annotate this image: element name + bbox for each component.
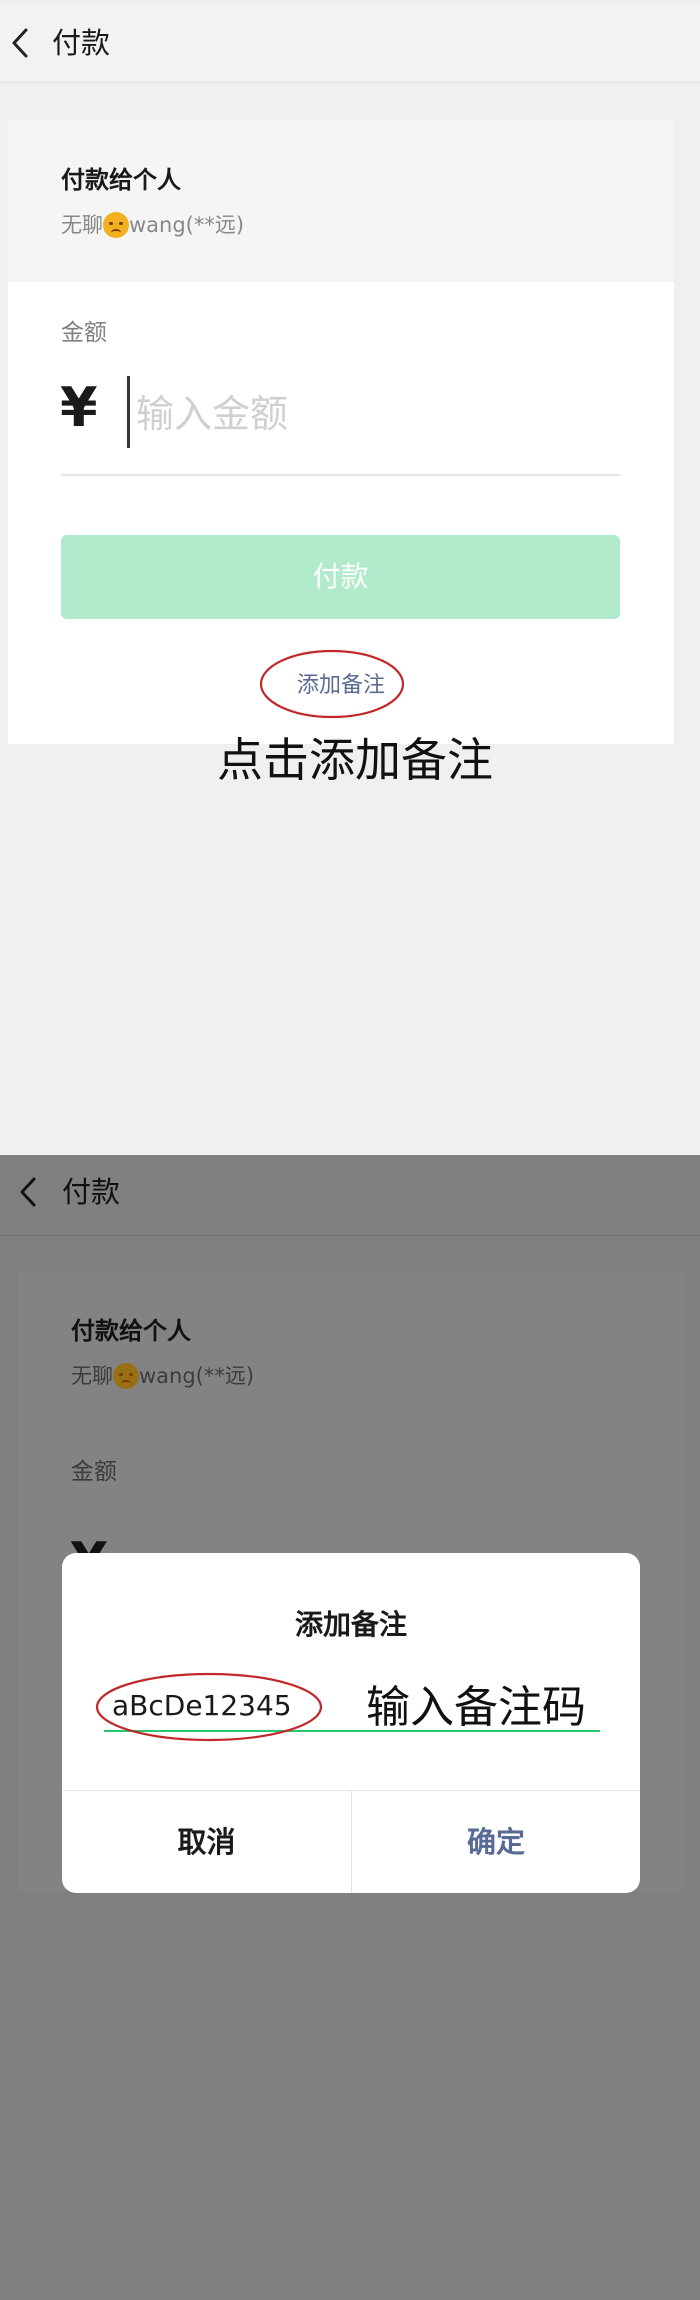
dialog-title: 添加备注 [294,1608,407,1641]
nav-bar-dimmed: 付款 [0,1155,700,1236]
add-remark-dialog: 添加备注 输入备注码 取消 确定 [62,1553,640,1893]
payee-name: 无聊 wang(**远) [61,210,244,240]
amount-underline [61,474,620,476]
instruction-caption: 输入备注码 [366,1682,586,1733]
back-arrow-icon[interactable] [6,26,36,60]
remark-input[interactable] [112,1684,372,1726]
currency-symbol: ¥ [60,376,98,439]
confirm-button[interactable]: 确定 [352,1791,640,1893]
amount-label: 金额 [61,320,107,346]
payee-name-prefix: 无聊 [61,213,103,237]
payee-title: 付款给个人 [71,1317,191,1345]
add-remark-link[interactable]: 添加备注 [8,671,674,701]
disappointed-face-emoji-icon [113,1363,139,1389]
payee-name: 无聊 wang(**远) [71,1361,254,1391]
payee-name-prefix: 无聊 [71,1364,113,1388]
payee-name-suffix: wang(**远) [139,1364,255,1388]
amount-label: 金额 [71,1459,117,1485]
payee-section: 付款给个人 无聊 wang(**远) [8,120,674,282]
payment-screen-step1: 付款 付款给个人 无聊 wang(**远) 金额 ¥ 付款 添加备注 点击添加备注 [0,0,700,1155]
page-title: 付款 [62,1175,121,1209]
back-arrow-icon[interactable] [14,1175,44,1209]
text-cursor [127,376,130,448]
payee-title: 付款给个人 [61,166,181,194]
page-title: 付款 [52,26,111,60]
instruction-caption: 点击添加备注 [217,733,493,787]
nav-bar: 付款 [0,4,700,83]
amount-card: 金额 ¥ 付款 添加备注 [8,282,674,744]
pay-button[interactable]: 付款 [61,535,620,619]
disappointed-face-emoji-icon [103,212,129,238]
amount-input[interactable] [136,383,536,445]
payee-name-suffix: wang(**远) [129,213,245,237]
payment-screen-step2: 付款 付款给个人 无聊wang(**远) 金额 ¥ 添加备注 输入备注码 取消 … [0,1155,700,2300]
cancel-button[interactable]: 取消 [62,1791,351,1893]
